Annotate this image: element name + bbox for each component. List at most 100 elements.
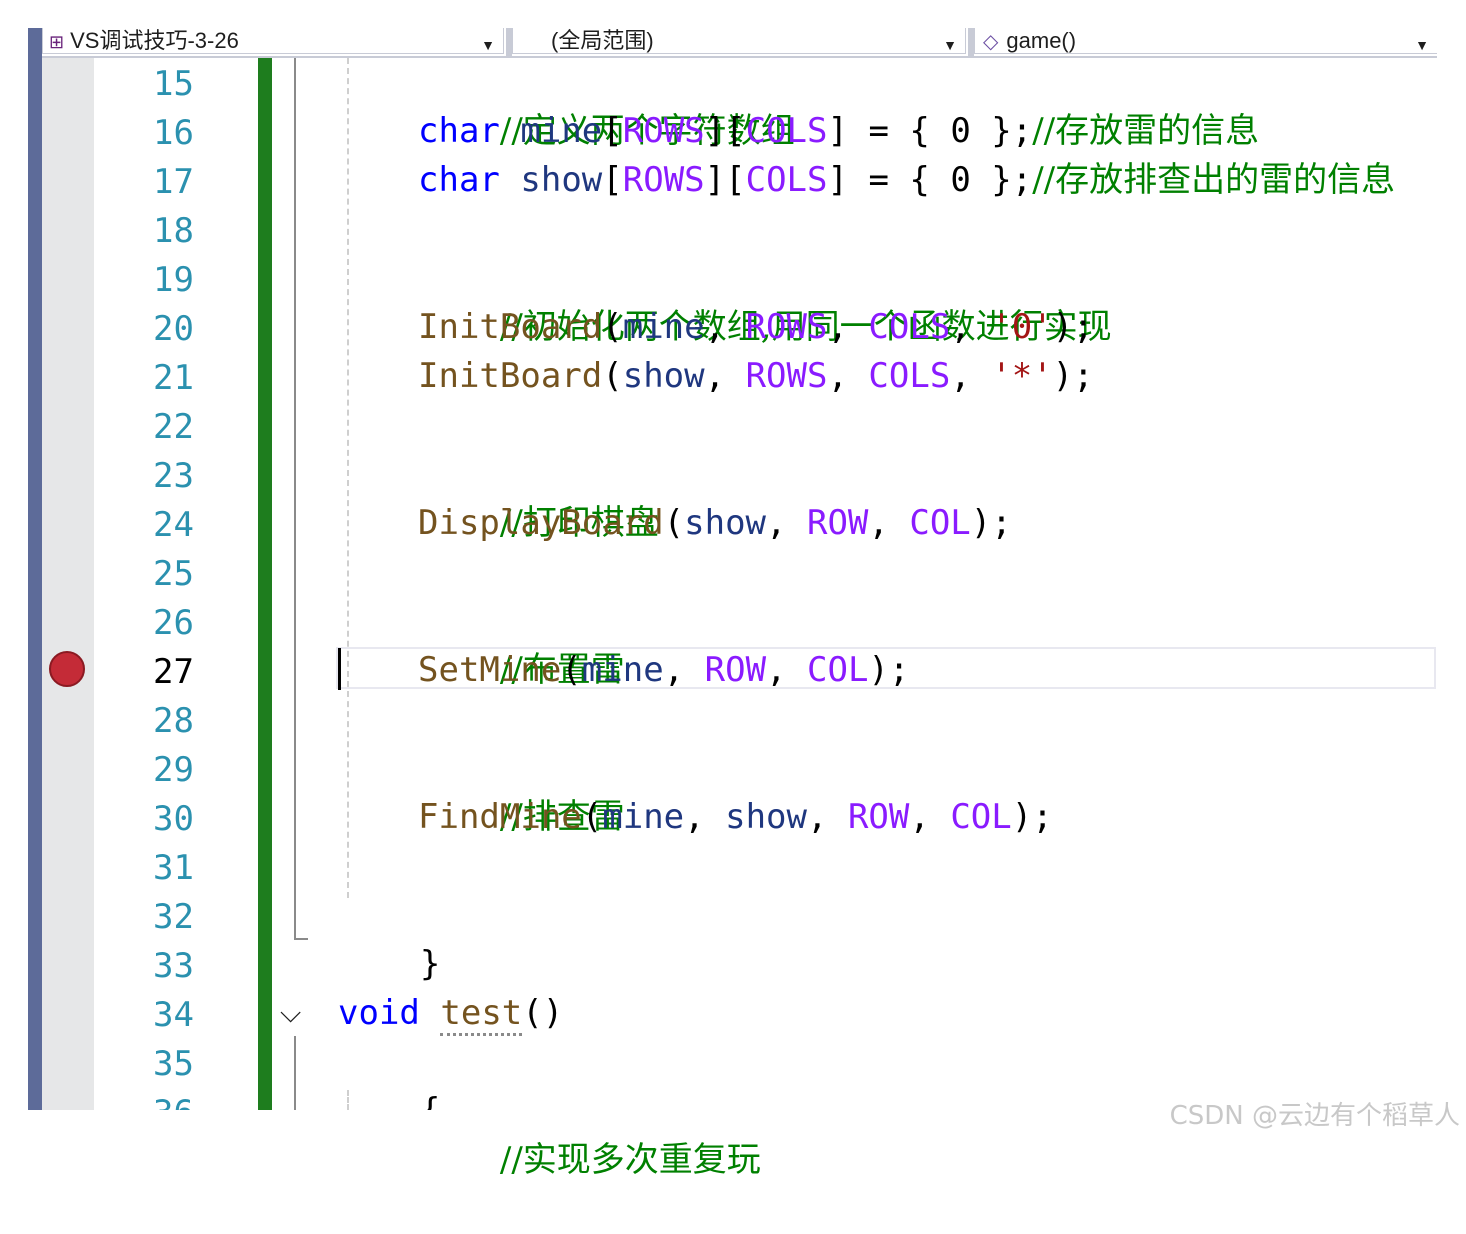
- punct: (: [582, 797, 602, 837]
- argument: ROW: [705, 650, 766, 690]
- argument: mine: [602, 797, 684, 837]
- outline-guide: [294, 1036, 296, 1110]
- member-dropdown[interactable]: ◇game() ▼: [974, 28, 1438, 54]
- code-line-35[interactable]: {: [338, 1038, 440, 1087]
- argument: mine: [623, 307, 705, 347]
- chevron-down-icon[interactable]: ▼: [943, 32, 957, 58]
- punct: ]: [827, 160, 847, 200]
- function-name: test: [440, 993, 522, 1036]
- navigation-bar: ⊞VS调试技巧-3-26 ▼ (全局范围) ▼ ◇ game() ▼: [42, 28, 1438, 58]
- function-call: InitBoard: [418, 356, 602, 396]
- argument: show: [623, 356, 705, 396]
- code-line-21[interactable]: InitBoard(show, ROWS, COLS, '*');: [418, 352, 1094, 401]
- change-tracking-bar: [258, 58, 272, 1110]
- line-number: 19: [94, 256, 194, 305]
- comment: //实现多次重复玩: [500, 1140, 761, 1180]
- punct: ,: [950, 307, 991, 347]
- punct: ,: [950, 356, 991, 396]
- scope-dropdown[interactable]: (全局范围) ▼: [512, 28, 966, 54]
- punct: (: [602, 307, 622, 347]
- breakpoint-icon[interactable]: [49, 651, 85, 687]
- punct: );: [1012, 797, 1053, 837]
- code-line-20[interactable]: InitBoard(mine, ROWS, COLS, '0');: [418, 303, 1094, 352]
- keyword: void: [338, 993, 420, 1033]
- code-line-19[interactable]: //初始化两个数组,用同一个函数进行实现: [418, 254, 1112, 303]
- text-caret: [338, 648, 341, 690]
- indent-guide: [347, 58, 349, 898]
- argument: COL: [807, 650, 868, 690]
- line-number: 23: [94, 452, 194, 501]
- line-number: 17: [94, 158, 194, 207]
- member-label: game(): [1006, 28, 1076, 53]
- variable: show: [520, 160, 602, 200]
- variable: mine: [520, 111, 602, 151]
- macro: ROWS: [623, 160, 705, 200]
- char-literal: '0': [991, 307, 1052, 347]
- function-call: InitBoard: [418, 307, 602, 347]
- window-frame-left: [28, 28, 42, 1110]
- punct: [: [602, 111, 622, 151]
- chevron-down-icon[interactable]: ▼: [1415, 32, 1429, 58]
- code-line-15[interactable]: //定义两个字符数组: [418, 58, 795, 107]
- closing-brace: }: [420, 944, 440, 984]
- punct: ,: [827, 356, 868, 396]
- punct: ,: [807, 797, 848, 837]
- comment: //存放雷的信息: [1032, 111, 1259, 151]
- code-line-17[interactable]: char show[ROWS][COLS] = { 0 };//存放排查出的雷的…: [418, 156, 1395, 205]
- punct: ,: [766, 650, 807, 690]
- argument: ROW: [807, 503, 868, 543]
- line-number: 15: [94, 60, 194, 109]
- punct: );: [1053, 356, 1094, 396]
- line-number: 31: [94, 844, 194, 893]
- code-line-34[interactable]: void test(): [338, 989, 563, 1038]
- keyword: char: [418, 160, 500, 200]
- macro: ROWS: [623, 111, 705, 151]
- comment: //存放排查出的雷的信息: [1032, 160, 1395, 200]
- scope-label: (全局范围): [551, 28, 654, 53]
- line-number: 24: [94, 501, 194, 550]
- argument: ROWS: [746, 307, 828, 347]
- argument: show: [684, 503, 766, 543]
- punct: ]: [827, 111, 847, 151]
- watermark: CSDN @云边有个稻草人: [1170, 1095, 1460, 1132]
- code-line-27[interactable]: SetMine(mine, ROW, COL);: [418, 646, 909, 695]
- punct: ,: [705, 356, 746, 396]
- function-call: FindMine: [418, 797, 582, 837]
- initializer: = { 0 };: [848, 160, 1032, 200]
- punct: (: [561, 650, 581, 690]
- line-number: 35: [94, 1040, 194, 1089]
- cube-icon: ◇: [983, 29, 998, 55]
- code-line-29[interactable]: //排查雷: [418, 744, 625, 793]
- code-line-24[interactable]: DisplayBoard(show, ROW, COL);: [418, 499, 1012, 548]
- punct: );: [971, 503, 1012, 543]
- glyph-margin[interactable]: [42, 58, 94, 1110]
- code-line-32[interactable]: }: [338, 891, 440, 940]
- punct: );: [868, 650, 909, 690]
- collapse-chevron-icon[interactable]: ⌵: [280, 996, 301, 1030]
- project-label: VS调试技巧-3-26: [70, 28, 239, 53]
- line-number: 21: [94, 354, 194, 403]
- punct: (: [664, 503, 684, 543]
- line-number: 18: [94, 207, 194, 256]
- line-number: 20: [94, 305, 194, 354]
- code-line-16[interactable]: char mine[ROWS][COLS] = { 0 };//存放雷的信息: [418, 107, 1259, 156]
- punct: ,: [766, 503, 807, 543]
- code-line-26[interactable]: //布置雷: [418, 597, 625, 646]
- line-number: 32: [94, 893, 194, 942]
- line-number: 16: [94, 109, 194, 158]
- line-number: 34: [94, 991, 194, 1040]
- char-literal: '*': [991, 356, 1052, 396]
- line-number: 25: [94, 550, 194, 599]
- code-line-23[interactable]: //打印棋盘: [418, 450, 659, 499]
- chevron-down-icon[interactable]: ▼: [481, 32, 495, 58]
- line-number: 28: [94, 697, 194, 746]
- line-number: 22: [94, 403, 194, 452]
- argument: show: [725, 797, 807, 837]
- project-icon: ⊞: [49, 29, 64, 55]
- line-number: 30: [94, 795, 194, 844]
- function-call: DisplayBoard: [418, 503, 664, 543]
- code-line-30[interactable]: FindMine(mine, show, ROW, COL);: [418, 793, 1053, 842]
- right-clip: [1437, 28, 1466, 1110]
- punct: ][: [705, 160, 746, 200]
- project-dropdown[interactable]: ⊞VS调试技巧-3-26 ▼: [42, 28, 504, 54]
